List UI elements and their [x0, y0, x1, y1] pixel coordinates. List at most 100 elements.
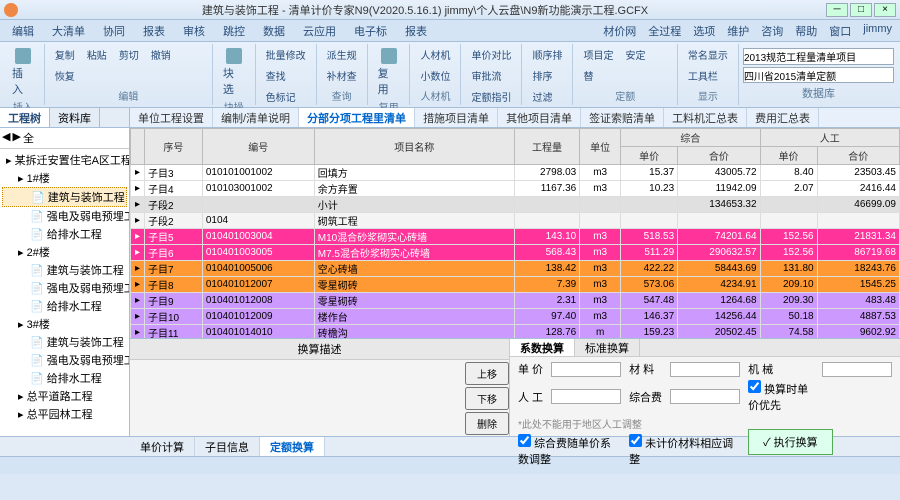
price-input[interactable]: [551, 362, 621, 377]
col-bh[interactable]: 编号: [202, 129, 314, 165]
guide-button[interactable]: 定额指引: [467, 88, 515, 105]
tree-node[interactable]: ▸ 总平道路工程: [2, 387, 127, 405]
tab-resource-lib[interactable]: 资料库: [50, 108, 100, 127]
col-gcl[interactable]: 工程量: [514, 129, 579, 165]
approve-button[interactable]: 审批流: [467, 67, 515, 84]
tree-node[interactable]: 📄 建筑与装饰工程: [2, 187, 127, 207]
derive-button[interactable]: 派生规: [323, 46, 361, 63]
table-row[interactable]: ▸子目4010103001002余方弃置1167.36m310.2311942.…: [131, 181, 900, 197]
compare-button[interactable]: 单价对比: [467, 46, 515, 63]
copy-button[interactable]: 复制: [51, 46, 79, 63]
move-down-button[interactable]: 下移: [465, 387, 509, 410]
menu-item[interactable]: 云应用: [295, 21, 344, 41]
tab-std-conv[interactable]: 标准换算: [575, 339, 640, 356]
block-select-button[interactable]: 块选: [219, 46, 249, 99]
maximize-button[interactable]: □: [850, 3, 872, 17]
redo-button[interactable]: 恢复: [51, 67, 79, 84]
tree-node[interactable]: 📄 强电及弱电预埋工程: [2, 207, 127, 225]
lookup-button[interactable]: 补材查: [323, 67, 361, 84]
menu-item[interactable]: 大清单: [44, 21, 93, 41]
menu-item[interactable]: 电子标: [346, 21, 395, 41]
menu-item[interactable]: 报表: [397, 21, 435, 41]
main-tab[interactable]: 其他项目清单: [498, 108, 581, 127]
delete-button[interactable]: 删除: [465, 412, 509, 435]
check-price-first[interactable]: 换算时单价优先: [748, 380, 814, 413]
main-tab[interactable]: 费用汇总表: [747, 108, 819, 127]
tab-item-info[interactable]: 子目信息: [195, 437, 260, 456]
move-up-button[interactable]: 上移: [465, 362, 509, 385]
tab-price-calc[interactable]: 单价计算: [130, 437, 195, 456]
minimize-button[interactable]: ─: [826, 3, 848, 17]
toolbar-button[interactable]: 工具栏: [684, 67, 732, 84]
table-row[interactable]: ▸子目5010401003004M10混合砂浆砌实心砖墙143.10m3518.…: [131, 229, 900, 245]
table-row[interactable]: ▸子目3010101001002回填方2798.03m315.3743005.7…: [131, 165, 900, 181]
cut-button[interactable]: 剪切: [115, 46, 143, 63]
tree-node[interactable]: ▸ 1#楼: [2, 169, 127, 187]
check-unpriced-adj[interactable]: 未计价材料相应调整: [629, 434, 740, 467]
table-row[interactable]: ▸子目7010401005006空心砖墙138.42m3422.2258443.…: [131, 261, 900, 277]
table-row[interactable]: ▸子目8010401012007零星砌砖7.39m3573.064234.912…: [131, 277, 900, 293]
insert-button[interactable]: 插入: [8, 46, 38, 99]
menu-item[interactable]: 数据: [255, 21, 293, 41]
table-row[interactable]: ▸子目10010401012009楼作台97.40m3146.3714256.4…: [131, 309, 900, 325]
filter-button[interactable]: 过滤: [528, 88, 566, 105]
table-row[interactable]: ▸子目9010401012008零星砌砖2.31m3547.481264.682…: [131, 293, 900, 309]
menu-link[interactable]: 帮助: [791, 21, 821, 41]
batch-edit-button[interactable]: 批量修改: [262, 46, 310, 63]
color-mark-button[interactable]: 色标记: [262, 88, 310, 105]
col-zh[interactable]: 综合: [621, 129, 760, 147]
paste-button[interactable]: 粘贴: [83, 46, 111, 63]
quota-select[interactable]: 四川省2015清单定额: [743, 67, 894, 84]
table-row[interactable]: ▸子目11010401014010砖檐沟128.76m159.2320502.4…: [131, 325, 900, 339]
tree-node[interactable]: 📄 强电及弱电预埋工程: [2, 351, 127, 369]
menu-item[interactable]: 跳控: [215, 21, 253, 41]
tree-node[interactable]: 📄 给排水工程: [2, 225, 127, 243]
execute-conv-button[interactable]: ✓ 执行换算: [748, 429, 833, 455]
tree-node[interactable]: 📄 建筑与装饰工程: [2, 333, 127, 351]
replace-button[interactable]: 替: [579, 67, 597, 84]
tab-project-tree[interactable]: 工程树: [0, 108, 50, 127]
tab-quota-conv[interactable]: 定额换算: [260, 437, 325, 456]
table-row[interactable]: ▸子段20104砌筑工程: [131, 213, 900, 229]
col-xh[interactable]: 序号: [145, 129, 203, 165]
menu-item[interactable]: 审核: [175, 21, 213, 41]
display-name-button[interactable]: 常名显示: [684, 46, 732, 63]
tree-node[interactable]: ▸ 总平园林工程: [2, 405, 127, 423]
tree-node[interactable]: ▸ 3#楼: [2, 315, 127, 333]
tree-all-button[interactable]: 全: [23, 130, 34, 146]
tree-node[interactable]: 📄 建筑与装饰工程: [2, 261, 127, 279]
menu-link[interactable]: 咨询: [757, 21, 787, 41]
material-input[interactable]: [670, 362, 740, 377]
col-rg[interactable]: 人工: [760, 129, 899, 147]
rcj-button[interactable]: 人材机: [416, 46, 454, 63]
tree-node[interactable]: ▸ 某拆迁安置住宅A区工程: [2, 151, 127, 169]
menu-link[interactable]: 维护: [723, 21, 753, 41]
menu-link[interactable]: 窗口: [825, 21, 855, 41]
menu-user[interactable]: jimmy: [859, 21, 896, 41]
tree-node[interactable]: 📄 给排水工程: [2, 369, 127, 387]
close-button[interactable]: ×: [874, 3, 896, 17]
main-tab[interactable]: 签证索赔清单: [581, 108, 664, 127]
sort-button[interactable]: 顺序排: [528, 46, 566, 63]
reuse-button[interactable]: 复用: [374, 46, 404, 99]
tree-node[interactable]: 📄 强电及弱电预埋工程: [2, 279, 127, 297]
col-dw[interactable]: 单位: [580, 129, 621, 165]
tree-next-button[interactable]: ▶: [12, 130, 20, 146]
menu-link[interactable]: 选项: [689, 21, 719, 41]
safe-quota-button[interactable]: 安定: [621, 46, 649, 63]
menu-item[interactable]: 协同: [95, 21, 133, 41]
main-tab[interactable]: 工料机汇总表: [664, 108, 747, 127]
decimal-button[interactable]: 小数位: [416, 67, 454, 84]
find-button[interactable]: 查找: [262, 67, 310, 84]
compfee-input[interactable]: [670, 389, 740, 404]
proj-quota-button[interactable]: 项目定: [579, 46, 617, 63]
menu-item[interactable]: 报表: [135, 21, 173, 41]
tab-coef-conv[interactable]: 系数换算: [510, 339, 575, 356]
main-tab[interactable]: 措施项目清单: [415, 108, 498, 127]
table-row[interactable]: ▸子目6010401003005M7.5混合砂浆砌实心砖墙568.43m3511…: [131, 245, 900, 261]
col-xm[interactable]: 项目名称: [314, 129, 514, 165]
tree-node[interactable]: 📄 给排水工程: [2, 297, 127, 315]
menu-item[interactable]: 编辑: [4, 21, 42, 41]
tree-node[interactable]: ▸ 2#楼: [2, 243, 127, 261]
main-tab[interactable]: 单位工程设置: [130, 108, 213, 127]
